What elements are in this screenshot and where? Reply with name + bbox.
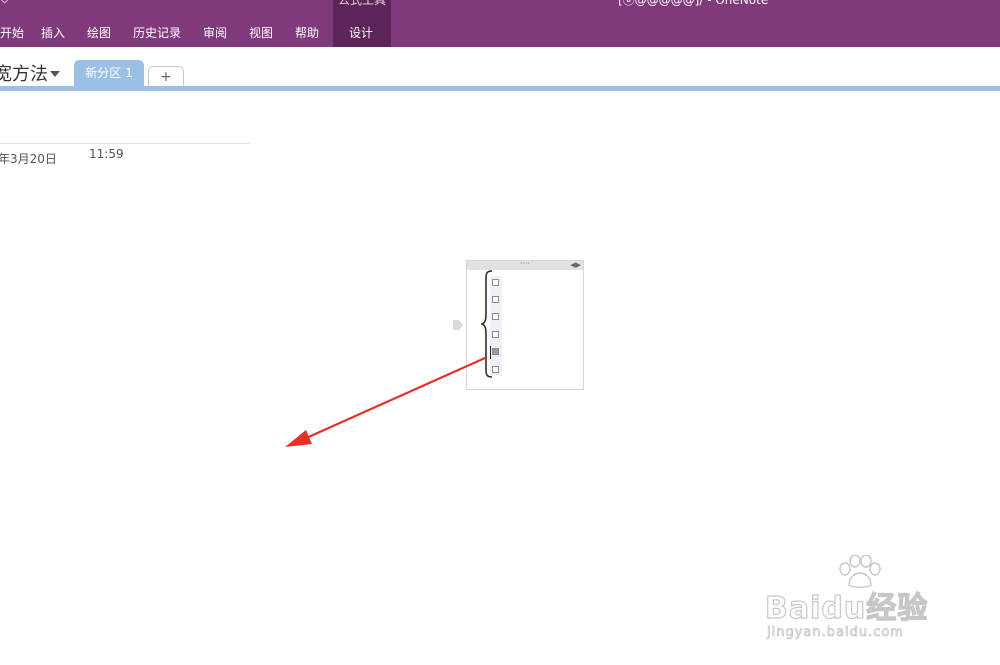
add-section-button[interactable]: + xyxy=(148,66,184,87)
window-title: [ⓐ@@@@@]/ - OneNote xyxy=(618,0,769,7)
chevron-down-icon[interactable] xyxy=(50,71,60,77)
equation-placeholder-3[interactable] xyxy=(492,313,499,320)
tab-view[interactable]: 视图 xyxy=(249,24,273,41)
resize-arrows-icon[interactable]: ◀▶ xyxy=(570,262,581,269)
tab-insert[interactable]: 插入 xyxy=(41,24,65,41)
equation-placeholder-6[interactable] xyxy=(492,366,499,373)
context-group-title: 公式工具 xyxy=(337,0,386,7)
notebook-name[interactable]: 宽方法 xyxy=(0,60,48,86)
watermark-url: jingyan.baidu.com xyxy=(767,625,904,641)
page-title-rule xyxy=(0,143,250,144)
page-date: 年3月20日 xyxy=(0,152,57,166)
watermark-brand: Baidu经验 xyxy=(764,590,929,626)
watermark: Baidu经验 jingyan.baidu.com xyxy=(764,555,965,645)
page-time: 11:59 xyxy=(89,147,124,161)
equation-placeholder-5[interactable] xyxy=(492,348,499,355)
tab-review[interactable]: 审阅 xyxy=(203,24,227,41)
equation-placeholder-1[interactable] xyxy=(492,279,499,286)
text-cursor xyxy=(490,346,491,359)
drag-dots: ···· xyxy=(519,259,531,268)
section-color-bar xyxy=(0,86,1000,91)
tab-help[interactable]: 帮助 xyxy=(295,24,319,41)
section-tab-1[interactable]: 新分区 1 xyxy=(74,60,144,86)
tab-history[interactable]: 历史记录 xyxy=(133,24,181,41)
tab-draw[interactable]: 绘图 xyxy=(87,24,111,41)
equation-placeholder-2[interactable] xyxy=(492,296,499,303)
left-brace-icon xyxy=(481,270,493,378)
tab-design[interactable]: 设计 xyxy=(349,24,373,41)
ribbon-bar: ◇ 公式工具 [ⓐ@@@@@]/ - OneNote 开始 插入 绘图 历史记录… xyxy=(0,0,1000,47)
tab-home[interactable]: 开始 xyxy=(0,24,24,41)
note-move-handle[interactable]: ···· ◀▶ xyxy=(467,259,583,270)
equation-placeholder-4[interactable] xyxy=(492,331,499,338)
quick-access-icon[interactable]: ◇ xyxy=(0,0,9,5)
paragraph-handle-icon[interactable] xyxy=(453,320,463,330)
